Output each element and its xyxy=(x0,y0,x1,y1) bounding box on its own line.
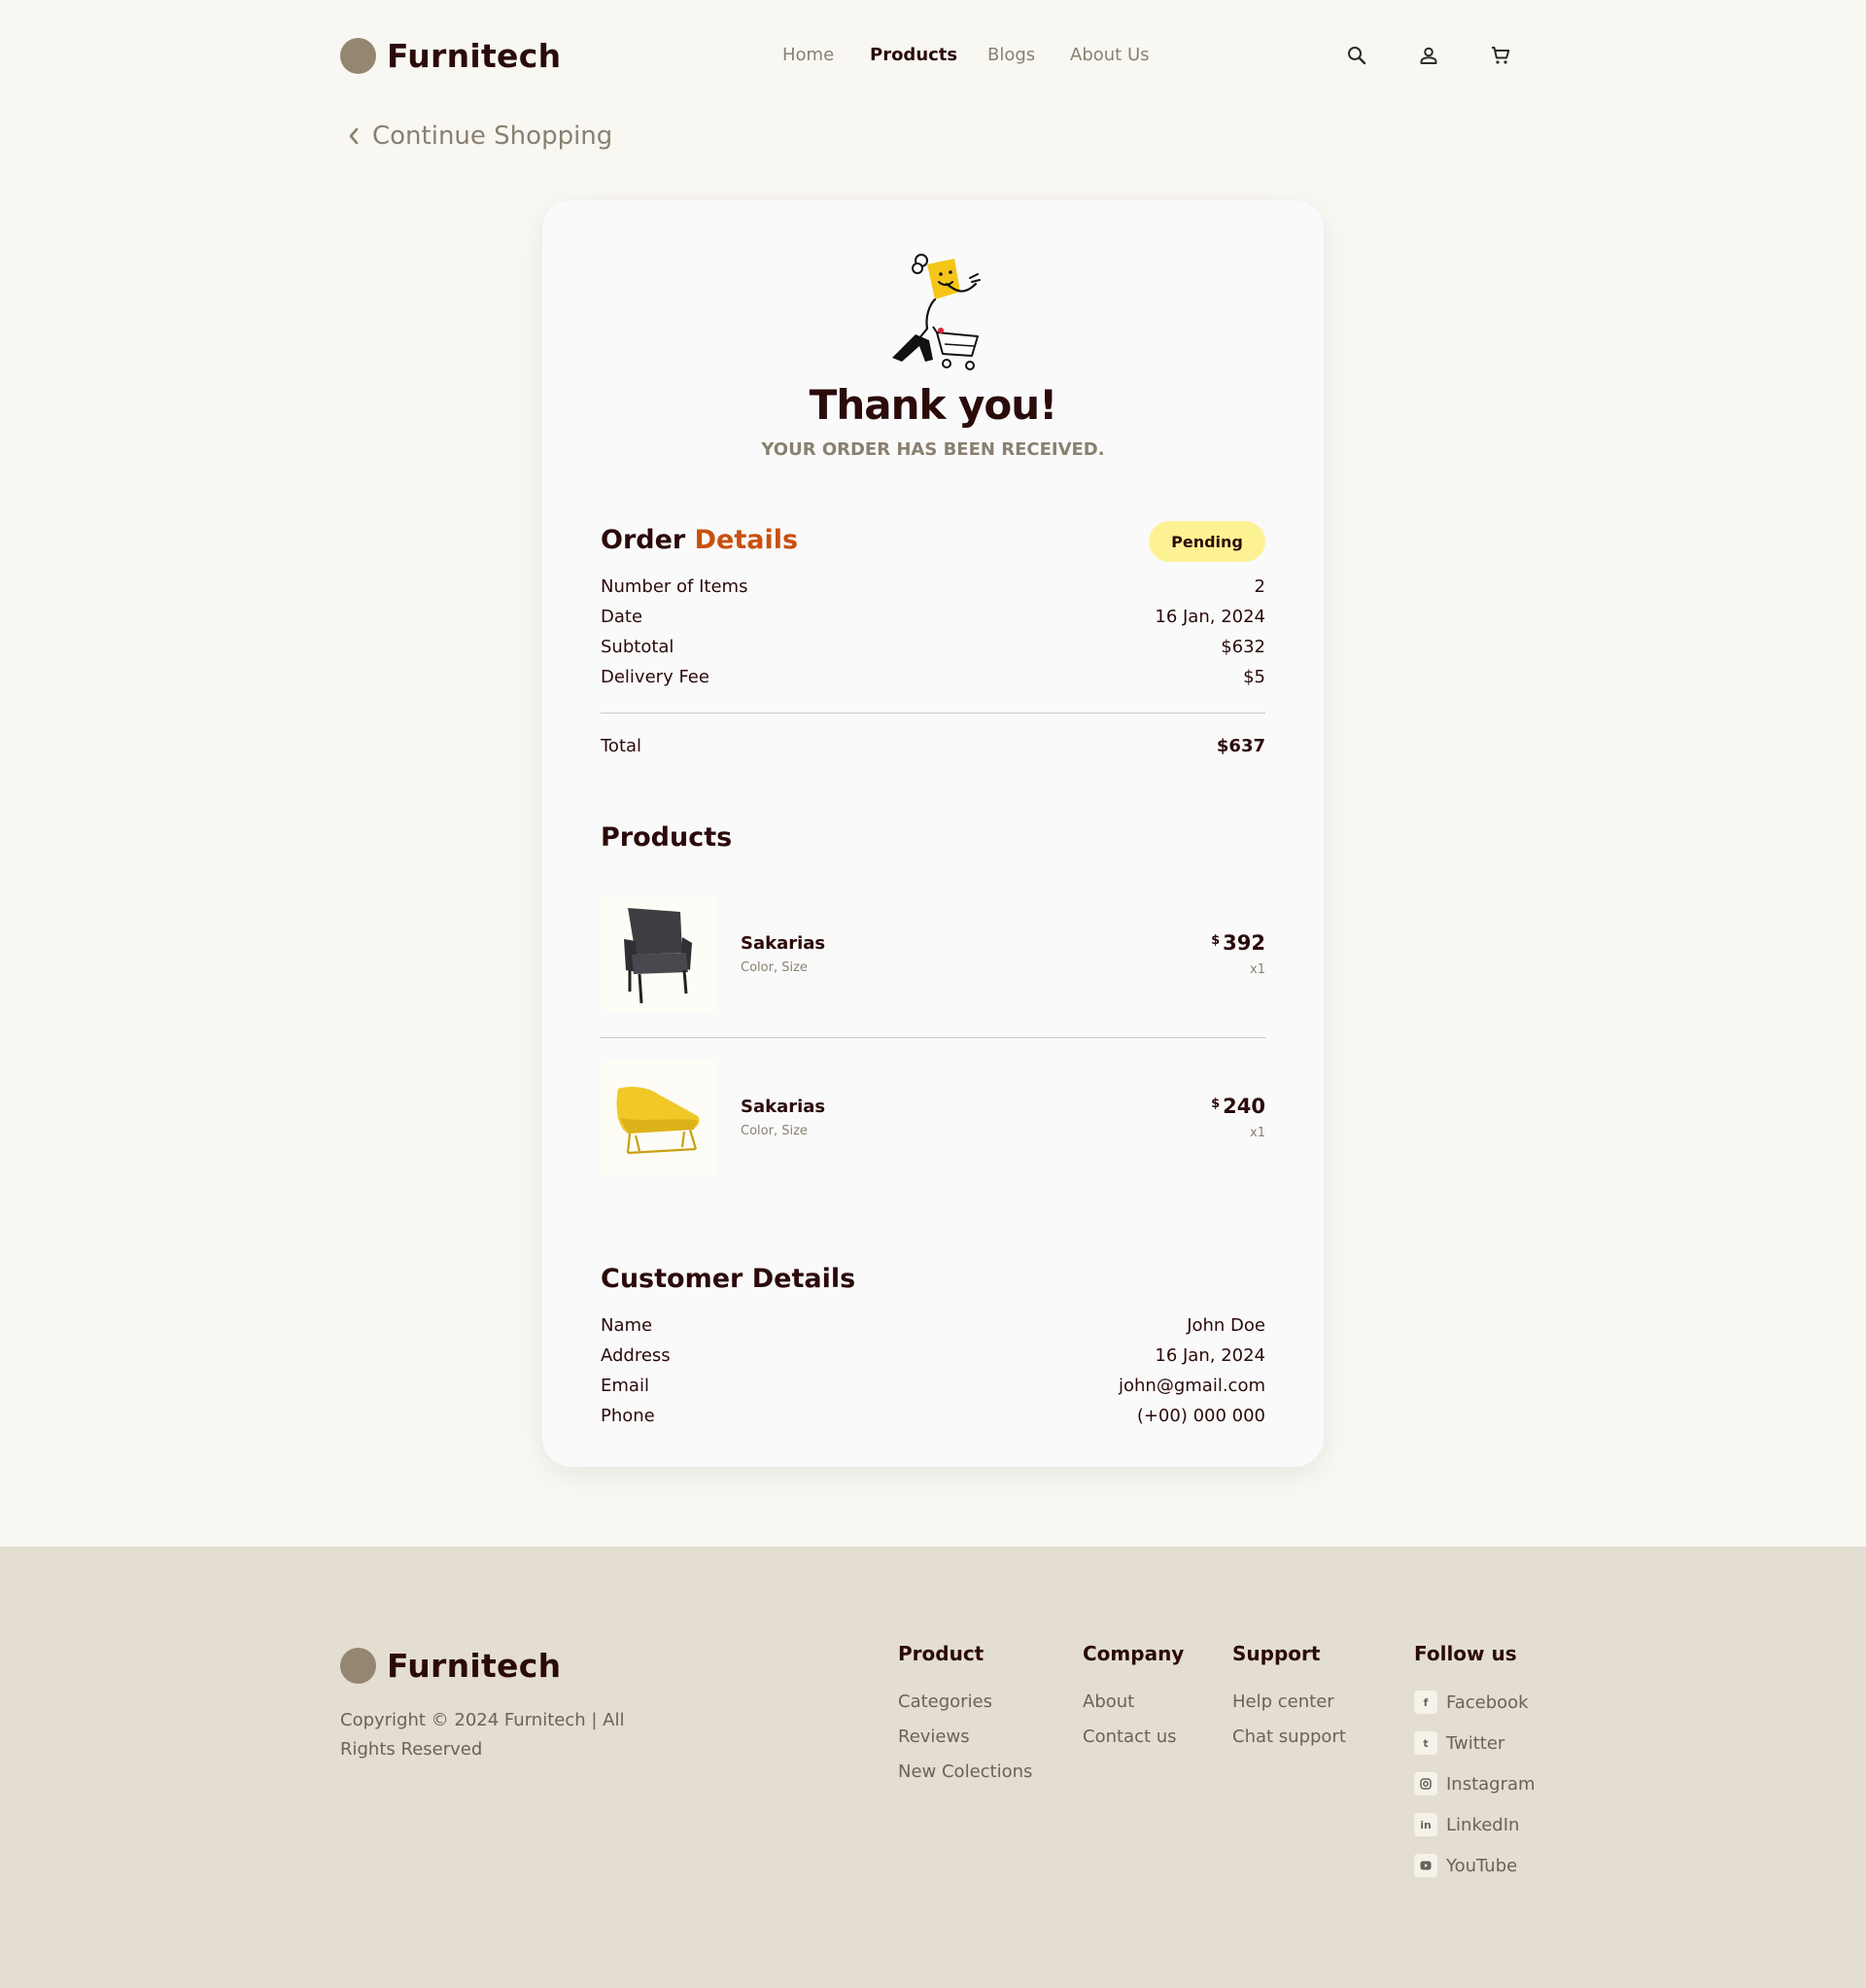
thank-you-heading: Thank you! xyxy=(809,381,1058,429)
nav-home[interactable]: Home xyxy=(782,45,834,65)
product-qty: x1 xyxy=(1250,962,1265,977)
footer-heading-product: Product xyxy=(898,1642,985,1665)
product-price-value: 392 xyxy=(1223,931,1265,955)
product-name[interactable]: Sakarias xyxy=(741,933,825,954)
product-price: $392 xyxy=(1211,931,1265,955)
social-label: Twitter xyxy=(1446,1732,1505,1754)
cart-icon[interactable] xyxy=(1489,44,1512,67)
social-link-linkedin[interactable]: in LinkedIn xyxy=(1414,1813,1519,1836)
continue-shopping-label: Continue Shopping xyxy=(372,122,613,151)
footer-heading-company: Company xyxy=(1083,1642,1185,1665)
social-link-instagram[interactable]: Instagram xyxy=(1414,1772,1536,1796)
continue-shopping-link[interactable]: Continue Shopping xyxy=(347,122,612,151)
customer-row-label: Email xyxy=(601,1376,649,1396)
social-link-twitter[interactable]: t Twitter xyxy=(1414,1731,1504,1755)
chair-image xyxy=(624,908,692,1004)
order-details-heading: Order Details xyxy=(601,525,798,555)
product-image-chair[interactable] xyxy=(601,896,717,1013)
nav-about-us[interactable]: About Us xyxy=(1070,45,1150,65)
customer-row-address: Address 16 Jan, 2024 xyxy=(601,1345,1265,1369)
order-row-items: Number of Items 2 xyxy=(601,576,1265,600)
footer-heading-support: Support xyxy=(1232,1642,1321,1665)
order-row-label: Date xyxy=(601,607,643,627)
order-row-label: Delivery Fee xyxy=(601,667,709,687)
product-price-value: 240 xyxy=(1223,1095,1265,1118)
order-divider xyxy=(601,713,1265,714)
order-row-label: Number of Items xyxy=(601,576,748,597)
social-label: LinkedIn xyxy=(1446,1814,1520,1835)
customer-row-value: John Doe xyxy=(1187,1315,1265,1336)
social-link-youtube[interactable]: YouTube xyxy=(1414,1854,1517,1877)
search-icon[interactable] xyxy=(1345,44,1368,67)
footer-heading-follow-us: Follow us xyxy=(1414,1642,1517,1665)
footer-link-categories[interactable]: Categories xyxy=(898,1692,992,1712)
product-image-lounge-chair[interactable] xyxy=(601,1060,717,1176)
customer-row-value: 16 Jan, 2024 xyxy=(1155,1345,1265,1366)
order-total-value: $637 xyxy=(1216,736,1265,756)
brand-name: Furnitech xyxy=(387,37,562,75)
twitter-icon: t xyxy=(1414,1731,1437,1755)
social-link-facebook[interactable]: f Facebook xyxy=(1414,1691,1529,1714)
footer-link-contact-us[interactable]: Contact us xyxy=(1083,1726,1177,1747)
customer-row-name: Name John Doe xyxy=(601,1315,1265,1339)
footer-link-new-collections[interactable]: New Colections xyxy=(898,1761,1032,1782)
product-price-currency: $ xyxy=(1211,1097,1221,1111)
user-icon[interactable] xyxy=(1417,44,1440,67)
footer-link-reviews[interactable]: Reviews xyxy=(898,1726,970,1747)
order-details-heading-main: Order xyxy=(601,525,686,555)
product-meta: Color, Size xyxy=(741,960,808,975)
shopping-illustration xyxy=(892,254,981,370)
footer-link-help-center[interactable]: Help center xyxy=(1232,1692,1334,1712)
lounge-chair-image xyxy=(616,1087,700,1155)
instagram-icon xyxy=(1414,1772,1437,1796)
nav-blogs[interactable]: Blogs xyxy=(987,45,1035,65)
order-row-delivery-fee: Delivery Fee $5 xyxy=(601,667,1265,690)
order-received-subtitle: YOUR ORDER HAS BEEN RECEIVED. xyxy=(761,439,1105,460)
order-row-value: 16 Jan, 2024 xyxy=(1155,607,1265,627)
brand-logo[interactable]: Furnitech xyxy=(340,37,561,75)
product-divider xyxy=(601,1037,1265,1038)
customer-row-label: Name xyxy=(601,1315,653,1336)
site-footer: Furnitech Copyright © 2024 Furnitech | A… xyxy=(0,1547,1866,1988)
status-badge: Pending xyxy=(1149,521,1265,562)
customer-row-value: john@gmail.com xyxy=(1119,1376,1265,1396)
footer-logo[interactable]: Furnitech xyxy=(340,1647,561,1685)
footer-brand-name: Furnitech xyxy=(387,1647,562,1685)
products-heading: Products xyxy=(601,822,733,853)
customer-row-label: Address xyxy=(601,1345,671,1366)
customer-row-value: (+00) 000 000 xyxy=(1136,1406,1265,1426)
footer-link-chat-support[interactable]: Chat support xyxy=(1232,1726,1346,1747)
order-row-total: Total $637 xyxy=(601,736,1265,759)
order-total-label: Total xyxy=(601,736,642,756)
order-confirmation-card: Thank you! YOUR ORDER HAS BEEN RECEIVED.… xyxy=(542,200,1324,1467)
logo-mark xyxy=(340,38,376,74)
product-qty: x1 xyxy=(1250,1126,1265,1140)
product-name[interactable]: Sakarias xyxy=(741,1097,825,1117)
product-meta: Color, Size xyxy=(741,1124,808,1138)
order-details-heading-accent: Details xyxy=(694,525,799,555)
order-row-subtotal: Subtotal $632 xyxy=(601,637,1265,660)
product-price: $240 xyxy=(1211,1095,1265,1118)
customer-row-phone: Phone (+00) 000 000 xyxy=(601,1406,1265,1429)
order-row-date: Date 16 Jan, 2024 xyxy=(601,607,1265,630)
logo-mark xyxy=(340,1648,376,1684)
nav-products[interactable]: Products xyxy=(870,45,957,65)
youtube-icon xyxy=(1414,1854,1437,1877)
customer-details-heading: Customer Details xyxy=(601,1264,856,1294)
copyright-text: Copyright © 2024 Furnitech | All Rights … xyxy=(340,1710,625,1760)
customer-row-email: Email john@gmail.com xyxy=(601,1376,1265,1399)
chevron-left-icon xyxy=(349,127,359,145)
footer-link-about[interactable]: About xyxy=(1083,1692,1134,1712)
order-row-value: $632 xyxy=(1221,637,1265,657)
order-row-value: $5 xyxy=(1243,667,1265,687)
order-row-value: 2 xyxy=(1254,576,1265,597)
social-label: Facebook xyxy=(1446,1692,1529,1713)
linkedin-icon: in xyxy=(1414,1813,1437,1836)
social-label: Instagram xyxy=(1446,1773,1536,1795)
facebook-icon: f xyxy=(1414,1691,1437,1714)
customer-row-label: Phone xyxy=(601,1406,655,1426)
product-price-currency: $ xyxy=(1211,933,1221,948)
order-row-label: Subtotal xyxy=(601,637,674,657)
social-label: YouTube xyxy=(1446,1855,1518,1876)
